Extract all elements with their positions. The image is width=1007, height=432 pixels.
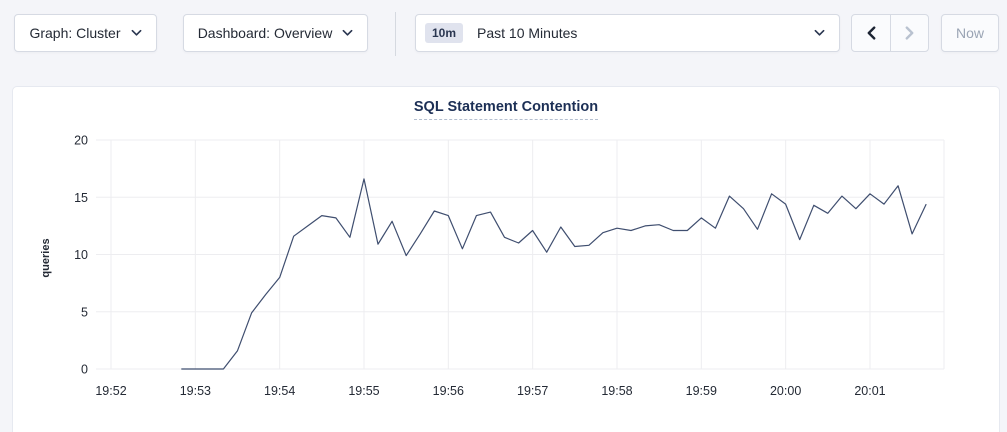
time-range-label: Past 10 Minutes <box>477 25 800 41</box>
contention-chart[interactable]: 0 5 10 15 20 19:52 19:53 19:54 19:55 19:56 19:57 19… <box>13 87 1001 427</box>
chevron-left-icon <box>866 26 877 40</box>
time-window-badge: 10m <box>425 23 463 43</box>
x-tick-label: 20:00 <box>770 384 801 398</box>
x-tick-label: 19:58 <box>601 384 632 398</box>
y-tick-label: 15 <box>74 191 88 205</box>
series-line <box>181 179 926 369</box>
time-step-forward-button[interactable] <box>890 15 928 51</box>
x-tick-label: 19:56 <box>433 384 464 398</box>
graph-scope-dropdown[interactable]: Graph: Cluster <box>14 14 157 52</box>
chart-card: SQL Statement Contention 0510152019:5219… <box>12 86 1000 432</box>
y-tick-label: 5 <box>81 305 88 319</box>
time-range-selector[interactable]: 10m Past 10 Minutes <box>415 14 840 52</box>
now-button[interactable]: Now <box>941 14 999 52</box>
x-tick-label: 19:54 <box>264 384 295 398</box>
x-tick-label: 19:53 <box>180 384 211 398</box>
y-axis-label: queries <box>40 238 52 277</box>
chevron-down-icon <box>342 29 353 37</box>
y-tick-label: 10 <box>74 248 88 262</box>
x-tick-label: 19:52 <box>95 384 126 398</box>
dashboard-dropdown[interactable]: Dashboard: Overview <box>183 14 368 52</box>
time-step-buttons <box>851 14 929 52</box>
time-step-back-button[interactable] <box>852 15 890 51</box>
chevron-right-icon <box>904 26 915 40</box>
x-tick-label: 20:01 <box>854 384 885 398</box>
x-tick-label: 19:55 <box>348 384 379 398</box>
y-tick-label: 20 <box>74 134 88 148</box>
toolbar-divider <box>395 12 396 56</box>
dashboard-label: Dashboard: Overview <box>198 25 333 41</box>
x-tick-label: 19:57 <box>517 384 548 398</box>
y-tick-label: 0 <box>81 363 88 377</box>
chart-controls-bar: Graph: Cluster Dashboard: Overview 10m P… <box>0 0 1007 52</box>
x-tick-label: 19:59 <box>686 384 717 398</box>
chevron-down-icon <box>814 29 825 37</box>
chevron-down-icon <box>131 29 142 37</box>
graph-scope-label: Graph: Cluster <box>29 25 120 41</box>
